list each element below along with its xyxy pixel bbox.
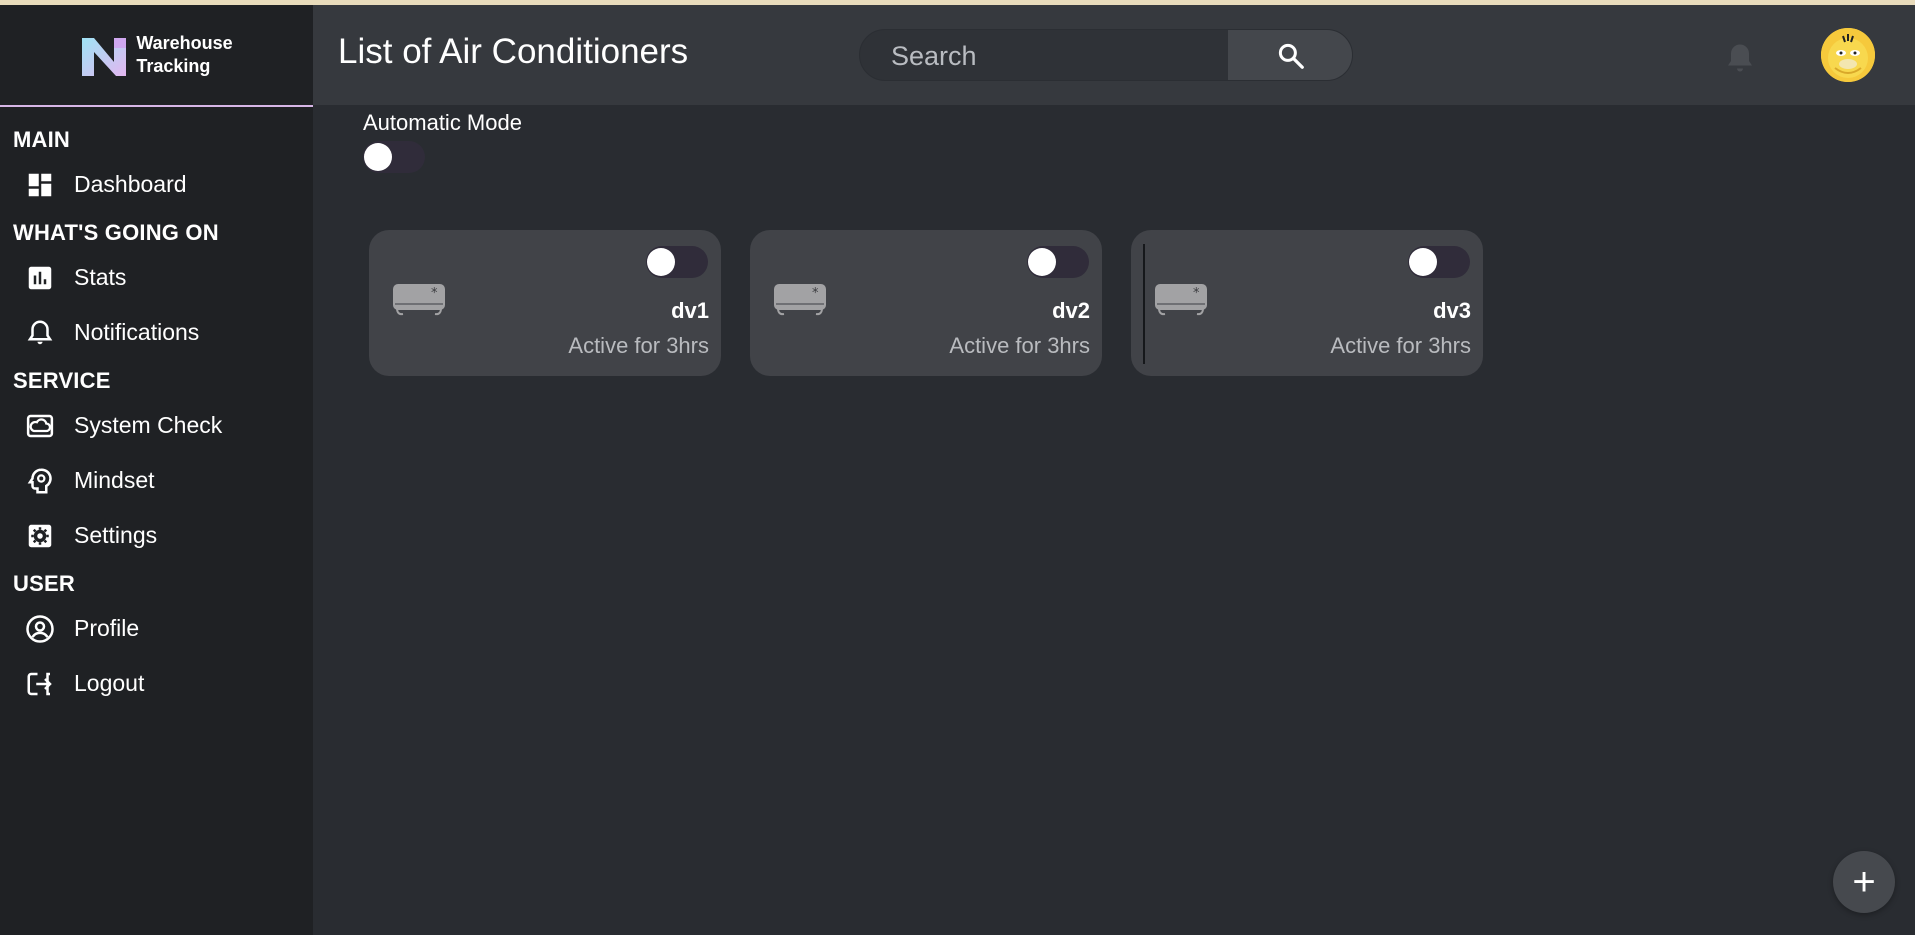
notifications-bell-button[interactable] [1722, 40, 1758, 76]
device-status: Active for 3hrs [1330, 333, 1471, 358]
sidebar-item-settings[interactable]: Settings [0, 508, 313, 563]
device-status: Active for 3hrs [949, 333, 1090, 358]
device-name: dv3 [1433, 298, 1471, 323]
device-power-toggle[interactable] [1027, 246, 1089, 278]
sidebar-item-dashboard[interactable]: Dashboard [0, 157, 313, 212]
device-card-dv3[interactable]: * dv3 Active for 3hrs [1131, 230, 1483, 376]
plus-icon: + [1852, 860, 1876, 904]
device-name: dv1 [671, 298, 709, 323]
section-title-service: SERVICE [13, 368, 111, 393]
air-conditioner-icon: * [1155, 284, 1207, 316]
svg-text:*: * [431, 286, 438, 301]
toggle-knob [1409, 248, 1437, 276]
sidebar: Warehouse Tracking MAIN Dashboard WHAT'S… [0, 5, 313, 935]
toggle-knob [1028, 248, 1056, 276]
sidebar-item-label: Mindset [74, 467, 155, 493]
dashboard-icon [24, 169, 56, 201]
sidebar-item-label: Notifications [74, 319, 200, 345]
search-input[interactable] [860, 30, 1228, 80]
brand-name-line2: Tracking [136, 56, 211, 76]
device-power-toggle[interactable] [1408, 246, 1470, 278]
profile-icon [24, 613, 56, 645]
sidebar-item-label: Logout [74, 670, 145, 696]
sidebar-item-label: Stats [74, 264, 127, 290]
search-button[interactable] [1228, 30, 1352, 80]
bell-icon [1728, 44, 1752, 72]
page-title: List of Air Conditioners [338, 32, 689, 71]
sidebar-item-label: Dashboard [74, 171, 187, 197]
add-device-button[interactable]: + [1833, 851, 1895, 913]
sidebar-item-notifications[interactable]: Notifications [0, 305, 313, 360]
stats-icon [24, 262, 56, 294]
svg-text:*: * [812, 286, 819, 301]
top-header: List of Air Conditioners [313, 5, 1915, 105]
automatic-mode-label: Automatic Mode [363, 110, 522, 135]
section-title-whats-going-on: WHAT'S GOING ON [13, 220, 219, 245]
search-bar [859, 29, 1353, 81]
device-status: Active for 3hrs [568, 333, 709, 358]
section-title-user: USER [13, 571, 75, 596]
sidebar-item-label: Profile [74, 615, 140, 641]
device-name: dv2 [1052, 298, 1090, 323]
mindset-icon [24, 465, 56, 497]
text-cursor-line [1143, 244, 1145, 364]
automatic-mode-toggle[interactable] [363, 141, 425, 173]
brand-name-line1: Warehouse [136, 33, 233, 53]
device-card-dv2[interactable]: * dv2 Active for 3hrs [750, 230, 1102, 376]
search-icon [1278, 43, 1304, 69]
section-title-main: MAIN [13, 127, 71, 152]
brand-logo[interactable]: Warehouse Tracking [0, 5, 313, 107]
toggle-knob [647, 248, 675, 276]
air-conditioner-icon: * [393, 284, 445, 316]
bell-icon [24, 317, 56, 349]
system-check-icon [24, 410, 56, 442]
device-power-toggle[interactable] [646, 246, 708, 278]
avatar[interactable] [1821, 28, 1875, 82]
logout-icon [24, 668, 56, 700]
toggle-knob [364, 143, 392, 171]
svg-text:*: * [1193, 286, 1200, 301]
sidebar-item-label: System Check [74, 412, 223, 438]
air-conditioner-icon: * [774, 284, 826, 316]
logo-icon [82, 38, 127, 76]
sidebar-item-stats[interactable]: Stats [0, 250, 313, 305]
sidebar-item-profile[interactable]: Profile [0, 601, 313, 656]
sidebar-item-label: Settings [74, 522, 158, 548]
gear-icon [24, 520, 56, 552]
sidebar-item-system-check[interactable]: System Check [0, 398, 313, 453]
device-card-dv1[interactable]: * dv1 Active for 3hrs [369, 230, 721, 376]
sidebar-item-logout[interactable]: Logout [0, 656, 313, 711]
sidebar-item-mindset[interactable]: Mindset [0, 453, 313, 508]
avatar-image [1821, 28, 1875, 82]
